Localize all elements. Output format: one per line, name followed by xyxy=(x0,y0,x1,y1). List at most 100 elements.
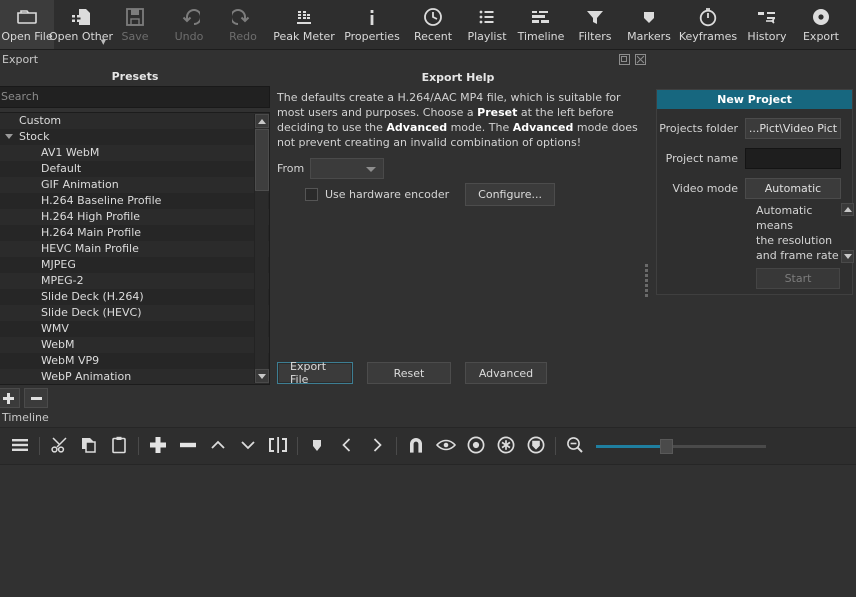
description-scrollbar[interactable] xyxy=(841,203,854,263)
preset-label: H.264 Baseline Profile xyxy=(41,194,162,207)
toolbar-button-redo[interactable]: Redo xyxy=(216,0,270,49)
toolbar-button-keyframes[interactable]: Keyframes xyxy=(676,0,740,49)
marker-button[interactable] xyxy=(302,431,332,461)
toolbar-button-undo[interactable]: Undo xyxy=(162,0,216,49)
project-name-input[interactable] xyxy=(745,148,841,169)
scrollbar-thumb[interactable] xyxy=(255,129,269,191)
previous-marker-button[interactable] xyxy=(332,431,362,461)
new-project-panel: New Project Projects folder ...Pict\Vide… xyxy=(656,89,854,295)
ripple-all-tracks-button[interactable] xyxy=(491,431,521,461)
preset-list-item[interactable]: HEVC Main Profile xyxy=(0,241,269,257)
advanced-button[interactable]: Advanced xyxy=(465,362,547,384)
toolbar-button-save[interactable]: Save xyxy=(108,0,162,49)
append-button[interactable] xyxy=(143,431,173,461)
start-button[interactable]: Start xyxy=(756,268,840,289)
ripple-toggle-button[interactable] xyxy=(461,431,491,461)
float-icon[interactable] xyxy=(618,53,631,66)
toolbar-button-recent[interactable]: Recent xyxy=(406,0,460,49)
use-hardware-encoder-checkbox[interactable] xyxy=(305,188,318,201)
preset-list-item[interactable]: Slide Deck (HEVC) xyxy=(0,305,269,321)
project-name-row: Project name xyxy=(657,148,852,169)
export-help-column: Export Help The defaults create a H.264/… xyxy=(272,70,644,408)
stopwatch-icon xyxy=(697,4,719,30)
preset-list-item[interactable]: Custom xyxy=(0,113,269,129)
preset-list-item[interactable]: GIF Animation xyxy=(0,177,269,193)
presets-list[interactable]: Custom Stock AV1 WebM Default GIF Animation H… xyxy=(0,112,270,385)
toolbar-button-history[interactable]: History xyxy=(740,0,794,49)
zoom-out-button[interactable] xyxy=(560,431,590,461)
filter-funnel-icon xyxy=(584,4,606,30)
preset-list-item[interactable]: WebP Animation xyxy=(0,369,269,384)
timeline-menu-button[interactable] xyxy=(5,431,35,461)
preset-list-item[interactable]: WMV xyxy=(0,321,269,337)
toolbar-button-peak-meter[interactable]: Peak Meter xyxy=(270,0,338,49)
preset-list-item[interactable]: H.264 High Profile xyxy=(0,209,269,225)
presets-search-input[interactable]: Search xyxy=(0,86,270,108)
toolbar-button-export[interactable]: Export xyxy=(794,0,848,49)
snap-toggle-button[interactable] xyxy=(401,431,431,461)
preset-list-item[interactable]: Default xyxy=(0,161,269,177)
preset-list-item[interactable]: WebM xyxy=(0,337,269,353)
ripple-all-tracks-asterisk-icon xyxy=(496,435,516,458)
reset-button[interactable]: Reset xyxy=(367,362,451,384)
ripple-markers-shield-icon xyxy=(526,435,546,458)
split-button[interactable] xyxy=(263,431,293,461)
chevron-down-icon[interactable]: ▼ xyxy=(101,38,106,46)
toolbar-button-markers[interactable]: Markers xyxy=(622,0,676,49)
timeline-menu-icon xyxy=(10,435,30,458)
vertical-splitter-handle[interactable] xyxy=(643,262,650,298)
scroll-down-arrow-icon[interactable] xyxy=(255,369,269,383)
toolbar-button-jobs[interactable]: Jobs xyxy=(848,0,856,49)
toolbar-button-timeline[interactable]: Timeline xyxy=(514,0,568,49)
presets-scrollbar[interactable] xyxy=(254,114,269,383)
scroll-up-arrow-icon[interactable] xyxy=(255,114,269,128)
toolbar-label: Open File xyxy=(1,30,53,43)
preset-label: Slide Deck (HEVC) xyxy=(41,306,142,319)
preset-list-item[interactable]: MJPEG xyxy=(0,257,269,273)
cut-button[interactable] xyxy=(44,431,74,461)
ripple-delete-button[interactable] xyxy=(173,431,203,461)
preset-list-item[interactable]: Stock xyxy=(0,129,269,145)
toolbar-button-properties[interactable]: Properties xyxy=(338,0,406,49)
scroll-down-arrow-icon[interactable] xyxy=(841,250,854,263)
paste-button[interactable] xyxy=(104,431,134,461)
main-toolbar: Open File Open Other ▼ Save Undo Redo Pe… xyxy=(0,0,856,50)
projects-folder-button[interactable]: ...Pict\Video Pict xyxy=(745,118,841,139)
export-dock-title: Export xyxy=(2,53,39,66)
preset-list-item[interactable]: Slide Deck (H.264) xyxy=(0,289,269,305)
video-mode-description-area: Automatic means the resolution and frame… xyxy=(756,203,854,263)
toolbar-label: Filters xyxy=(578,30,612,43)
expand-triangle-icon[interactable] xyxy=(5,134,13,139)
preset-list-item[interactable]: WebM VP9 xyxy=(0,353,269,369)
copy-button[interactable] xyxy=(74,431,104,461)
toolbar-divider xyxy=(293,431,302,461)
overwrite-button[interactable] xyxy=(233,431,263,461)
toolbar-button-open-other[interactable]: Open Other ▼ xyxy=(49,0,113,49)
lift-button[interactable] xyxy=(203,431,233,461)
configure-button[interactable]: Configure... xyxy=(465,183,555,206)
preset-list-item[interactable]: H.264 Baseline Profile xyxy=(0,193,269,209)
export-file-button[interactable]: Export File xyxy=(277,360,353,386)
remove-preset-button[interactable] xyxy=(24,388,48,408)
scroll-up-arrow-icon[interactable] xyxy=(841,203,854,216)
toolbar-label: Peak Meter xyxy=(273,30,335,43)
video-mode-button[interactable]: Automatic xyxy=(745,178,841,199)
timeline-zoom-slider[interactable] xyxy=(596,436,766,456)
toolbar-button-filters[interactable]: Filters xyxy=(568,0,622,49)
zoom-slider-thumb[interactable] xyxy=(660,439,673,454)
new-project-heading: New Project xyxy=(657,90,852,109)
preset-list-item[interactable]: AV1 WebM xyxy=(0,145,269,161)
preset-list-item[interactable]: H.264 Main Profile xyxy=(0,225,269,241)
toolbar-button-open-file[interactable]: Open File xyxy=(0,0,54,49)
toolbar-label: Properties xyxy=(344,30,400,43)
ripple-markers-button[interactable] xyxy=(521,431,551,461)
timeline-tracks-area[interactable] xyxy=(0,465,856,595)
from-dropdown[interactable] xyxy=(310,158,385,179)
close-icon[interactable] xyxy=(634,53,647,66)
preset-list-item[interactable]: MPEG-2 xyxy=(0,273,269,289)
scrub-toggle-button[interactable] xyxy=(431,431,461,461)
add-preset-button[interactable] xyxy=(0,388,20,408)
desc-line-3: and frame rate xyxy=(756,249,839,262)
next-marker-button[interactable] xyxy=(362,431,392,461)
toolbar-button-playlist[interactable]: Playlist xyxy=(460,0,514,49)
